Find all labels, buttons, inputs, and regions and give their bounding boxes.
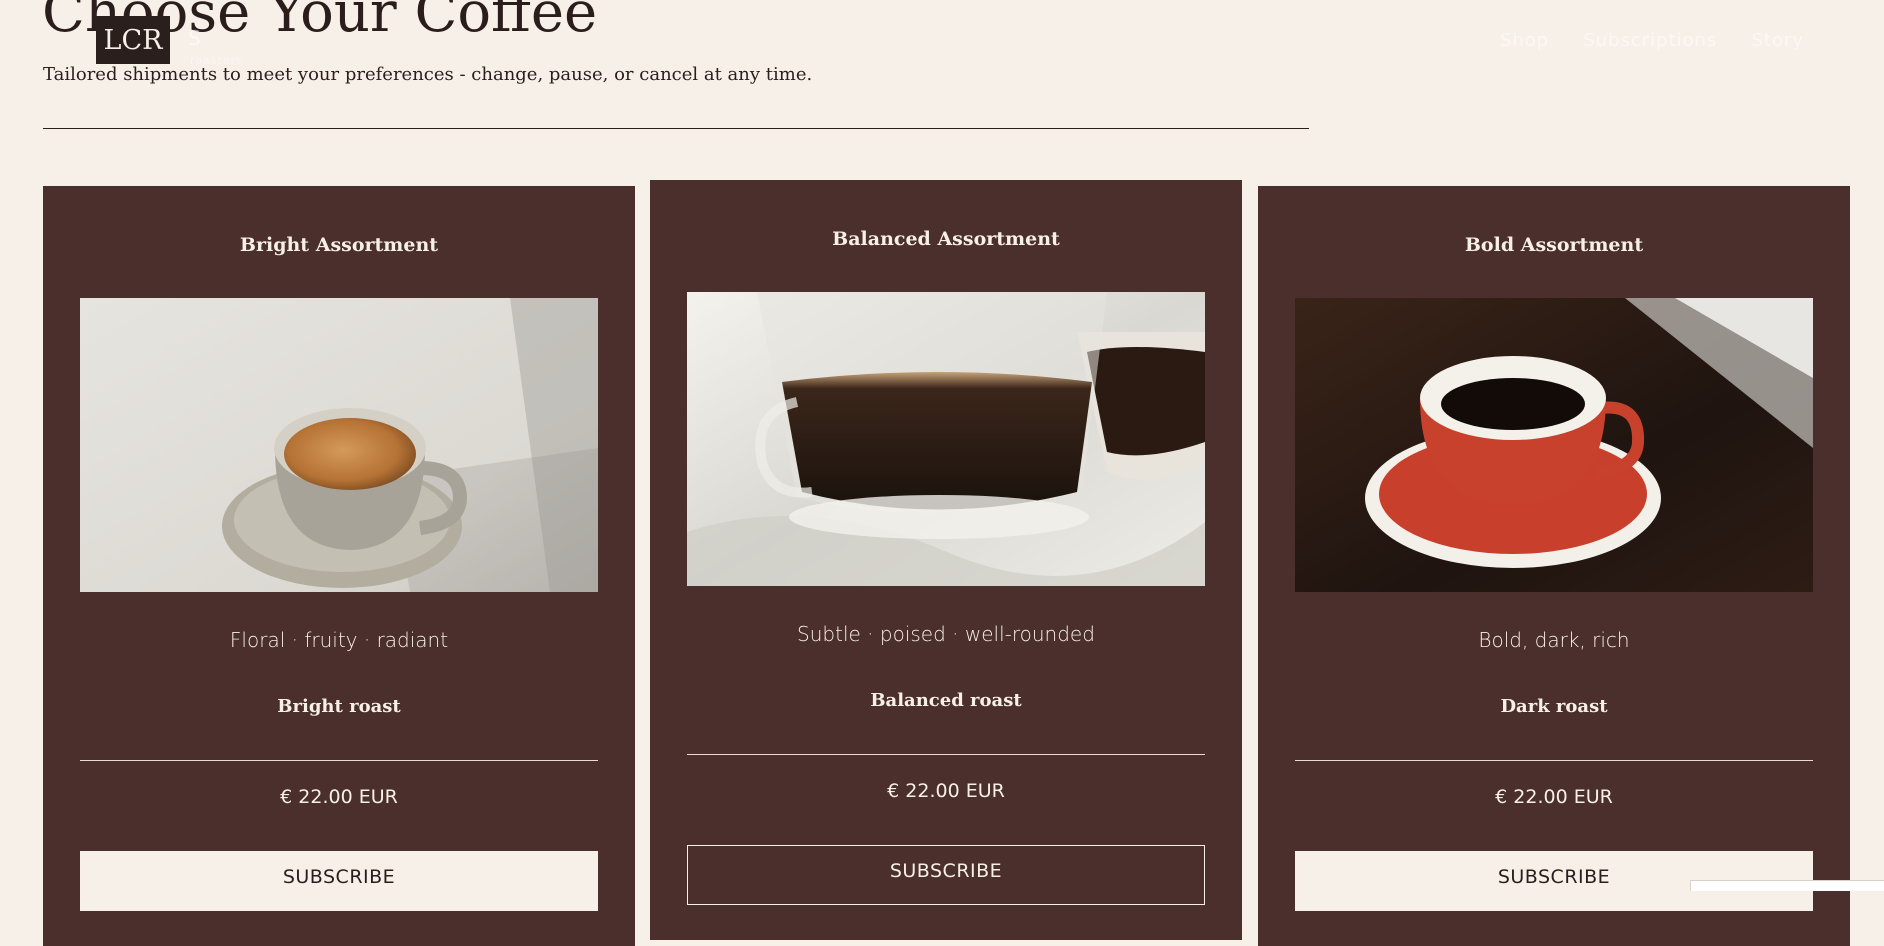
product-image-bold <box>1295 298 1813 592</box>
product-image-bright <box>80 298 598 592</box>
card-tagline: Floral · fruity · radiant <box>229 628 449 652</box>
card-divider <box>687 754 1205 755</box>
card-price: € 22.00 EUR <box>1495 786 1613 808</box>
nav-story[interactable]: Story <box>1751 30 1804 51</box>
card-title: Balanced Assortment <box>832 228 1060 250</box>
main-nav: Shop Subscriptions Story <box>1500 30 1804 51</box>
product-card-balanced: Balanced Assortment Subtle · poised · we… <box>650 180 1242 940</box>
card-title: Bold Assortment <box>1464 234 1644 256</box>
card-roast: Dark roast <box>1500 696 1608 717</box>
card-title: Bright Assortment <box>239 234 439 256</box>
nav-shop[interactable]: Shop <box>1500 30 1549 51</box>
bottom-right-widget[interactable] <box>1690 880 1884 891</box>
logo-script-mark: S roasters <box>176 14 248 67</box>
logo-script-letter: S <box>188 26 201 50</box>
logo[interactable]: LCR <box>96 16 170 64</box>
card-divider <box>1295 760 1813 761</box>
header-divider <box>43 128 1309 129</box>
product-card-bright: Bright Assortment Floral · fruity · radi… <box>43 186 635 946</box>
page-subtitle: Tailored shipments to meet your preferen… <box>43 64 813 85</box>
product-card-bold: Bold Assortment Bold, dark, rich Dark ro… <box>1258 186 1850 946</box>
subscribe-button-balanced[interactable]: SUBSCRIBE <box>687 845 1205 905</box>
card-price: € 22.00 EUR <box>280 786 398 808</box>
subscribe-button-bright[interactable]: SUBSCRIBE <box>80 851 598 911</box>
card-roast: Bright roast <box>277 696 401 717</box>
card-price: € 22.00 EUR <box>887 780 1005 802</box>
nav-subscriptions[interactable]: Subscriptions <box>1583 30 1717 51</box>
card-divider <box>80 760 598 761</box>
logo-tagline: roasters <box>190 54 243 67</box>
card-tagline: Bold, dark, rich <box>1478 628 1630 652</box>
card-tagline: Subtle · poised · well-rounded <box>797 622 1095 646</box>
product-image-balanced <box>687 292 1205 586</box>
card-roast: Balanced roast <box>870 690 1022 711</box>
